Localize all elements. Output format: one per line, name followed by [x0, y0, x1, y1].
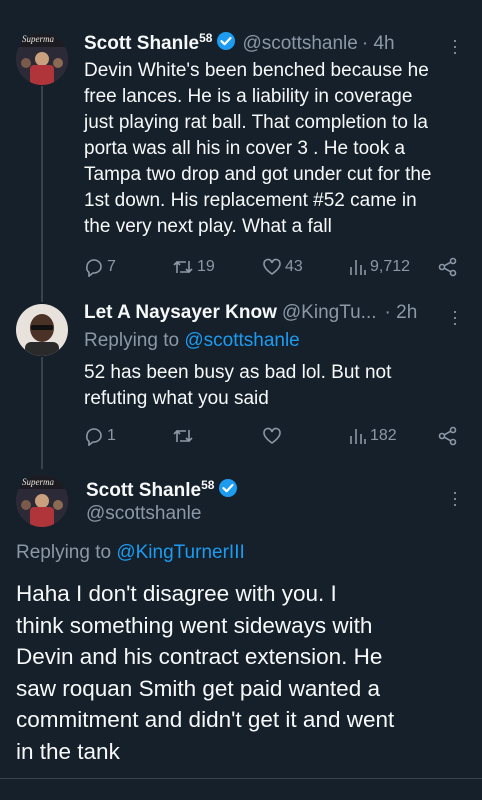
views-button[interactable]: 182 — [349, 426, 397, 446]
share-button[interactable] — [438, 426, 458, 446]
divider — [0, 778, 482, 779]
views-icon — [350, 429, 366, 444]
author-name[interactable]: Scott Shanle58 — [86, 478, 214, 502]
tweet-time[interactable]: · 4h — [362, 33, 395, 55]
tweet-text: 52 has been busy as bad lol. But not ref… — [84, 362, 392, 409]
tweet-text: Devin White's been benched because he fr… — [84, 60, 432, 237]
tweet-header: Scott Shanle58 — [86, 478, 238, 503]
reply-icon — [86, 428, 102, 446]
avatar-caption: Superma — [22, 477, 54, 487]
views-button[interactable]: 9,712 — [349, 257, 410, 277]
like-icon — [263, 258, 281, 275]
author-handle[interactable]: @scottshanle — [242, 33, 357, 55]
reply-button[interactable]: 1 — [84, 426, 116, 446]
tweet-text: Haha I don't disagree with you. I think … — [16, 581, 395, 764]
share-icon — [438, 257, 457, 277]
share-icon — [438, 426, 457, 446]
like-icon — [263, 427, 281, 444]
avatar-caption: Superma — [22, 34, 54, 44]
more-icon[interactable]: · · · — [452, 302, 458, 332]
verified-icon — [216, 31, 236, 56]
thread-line — [41, 86, 43, 302]
avatar[interactable] — [16, 304, 68, 356]
replying-to-link[interactable]: @KingTurnerIII — [116, 542, 244, 563]
reply-button[interactable]: 7 — [84, 257, 116, 277]
views-icon — [350, 260, 366, 275]
tweet-header: Let A Naysayer Know @KingTu... · 2h — [84, 302, 417, 324]
retweet-button[interactable] — [172, 426, 194, 446]
replying-to: Replying to @KingTurnerIII — [16, 542, 245, 563]
like-button[interactable] — [262, 426, 282, 446]
replying-to: Replying to @scottshanle — [84, 330, 300, 351]
verified-icon — [218, 478, 238, 503]
reply-icon — [86, 259, 102, 277]
tweet-time[interactable]: · 2h — [385, 302, 418, 324]
thread-line — [41, 357, 43, 469]
like-button[interactable]: 43 — [262, 257, 303, 277]
author-name[interactable]: Let A Naysayer Know — [84, 302, 277, 324]
author-name[interactable]: Scott Shanle58 — [84, 31, 212, 55]
retweet-button[interactable]: 19 — [172, 257, 215, 277]
replying-to-link[interactable]: @scottshanle — [184, 330, 299, 351]
share-button[interactable] — [438, 257, 458, 277]
avatar-image — [16, 304, 68, 356]
retweet-icon — [173, 429, 193, 443]
more-icon[interactable]: · · · — [452, 483, 458, 513]
author-handle[interactable]: @scottshanle — [86, 503, 201, 525]
author-handle[interactable]: @KingTu... — [282, 302, 377, 324]
more-icon[interactable]: · · · — [452, 31, 458, 61]
tweet-header: Scott Shanle58 @scottshanle · 4h — [84, 31, 395, 56]
retweet-icon — [173, 260, 193, 274]
